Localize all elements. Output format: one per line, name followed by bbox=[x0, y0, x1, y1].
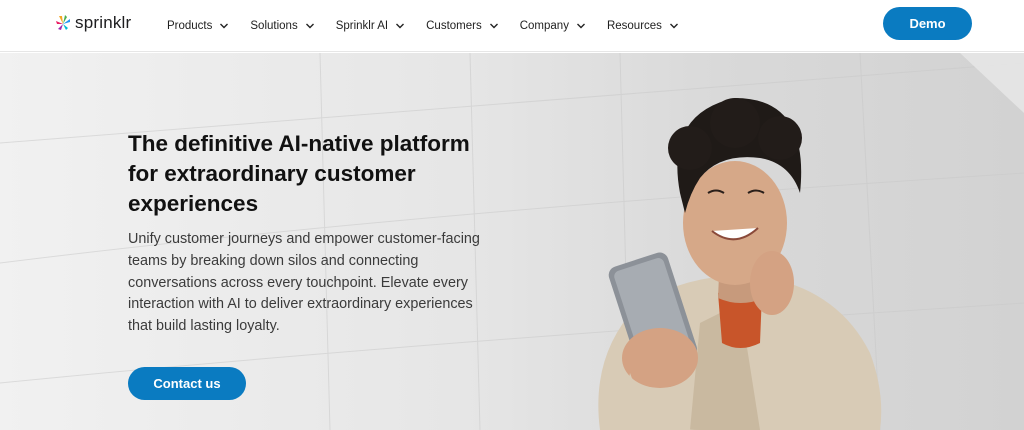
chevron-down-icon bbox=[305, 21, 315, 31]
sprinklr-logo-icon bbox=[56, 15, 70, 30]
hero-headline: The definitive AI-native platform for ex… bbox=[128, 131, 470, 216]
nav-item-products[interactable]: Products bbox=[167, 20, 229, 32]
nav-item-label: Solutions bbox=[250, 20, 298, 32]
nav-item-company[interactable]: Company bbox=[520, 20, 586, 32]
nav-item-label: Products bbox=[167, 20, 213, 32]
nav-item-customers[interactable]: Customers bbox=[426, 20, 499, 32]
contact-us-button[interactable]: Contact us bbox=[128, 367, 246, 400]
chevron-down-icon bbox=[669, 21, 679, 31]
top-navigation-bar: sprinklr Products Solutions Sprinklr AI … bbox=[0, 0, 1024, 52]
nav-item-solutions[interactable]: Solutions bbox=[250, 20, 314, 32]
demo-button[interactable]: Demo bbox=[883, 7, 972, 40]
nav-item-label: Customers bbox=[426, 20, 482, 32]
hero-section: The definitive AI-native platform for ex… bbox=[0, 53, 1024, 430]
nav-item-label: Company bbox=[519, 20, 569, 32]
nav-item-sprinklr-ai[interactable]: Sprinklr AI bbox=[336, 20, 405, 32]
logo-wordmark: sprinklr bbox=[75, 13, 132, 32]
chevron-down-icon bbox=[576, 21, 586, 31]
hero-description: Unify customer journeys and empower cust… bbox=[128, 231, 480, 335]
chevron-down-icon bbox=[489, 21, 499, 31]
chevron-down-icon bbox=[219, 21, 229, 31]
nav-item-label: Sprinklr AI bbox=[335, 20, 389, 32]
main-nav-menu: Products Solutions Sprinklr AI Customers… bbox=[167, 0, 700, 52]
nav-item-resources[interactable]: Resources bbox=[607, 20, 679, 32]
nav-item-label: Resources bbox=[606, 20, 662, 32]
chevron-down-icon bbox=[395, 21, 405, 31]
sprinklr-logo[interactable]: sprinklr bbox=[53, 13, 131, 33]
